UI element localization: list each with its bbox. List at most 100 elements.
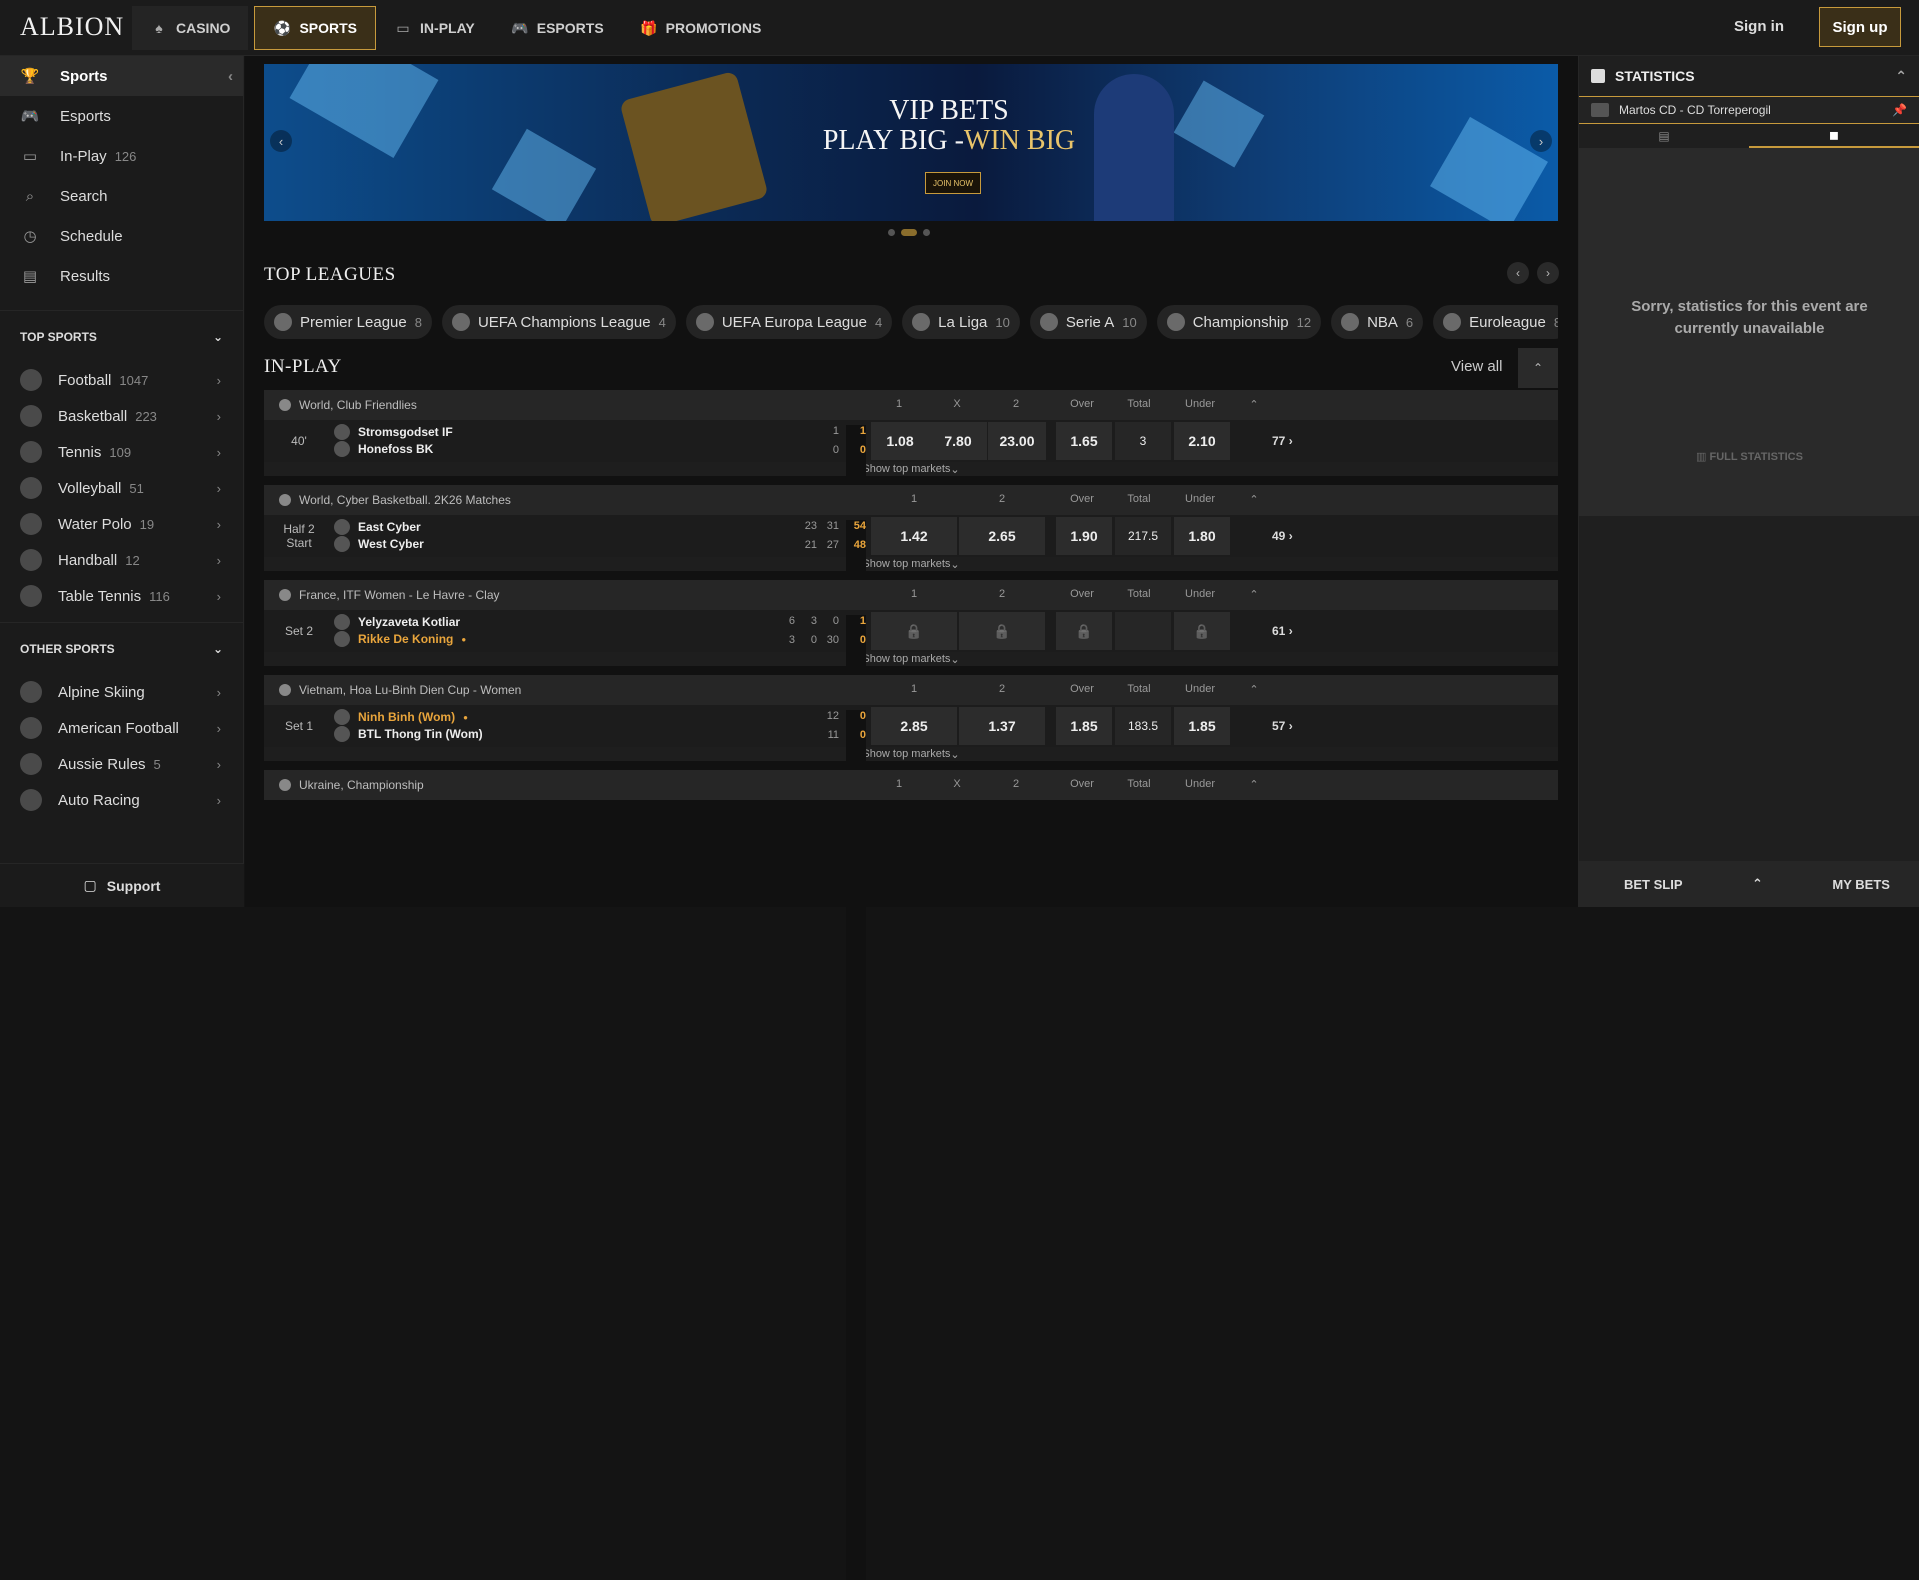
prev-arrow-icon[interactable]: ‹ <box>1507 262 1529 284</box>
nav-in-play[interactable]: ▭ IN-PLAY <box>376 6 493 50</box>
promo-banner[interactable]: VIP BETS PLAY BIG -WIN BIG JOIN NOW ‹ › <box>264 64 1558 221</box>
join-now-button[interactable]: JOIN NOW <box>925 172 981 194</box>
next-arrow-icon[interactable]: › <box>1537 262 1559 284</box>
league-chip[interactable]: La Liga 10 <box>902 305 1020 339</box>
odd-button[interactable]: 1.80 <box>1174 517 1230 555</box>
event-row[interactable]: Set 1 Ninh Binh (Wom) ● BTL Thong Tin (Wom)… <box>264 705 1558 1580</box>
sidebar-sport-handball[interactable]: Handball 12 › <box>0 542 243 578</box>
sidebar-sport-volleyball[interactable]: Volleyball 51 › <box>0 470 243 506</box>
odd-button[interactable]: 1.90 <box>1056 517 1112 555</box>
sidebar-item-in-play[interactable]: ▭ In-Play 126 <box>0 136 243 176</box>
chevron-up-icon[interactable]: ⌃ <box>1224 683 1284 696</box>
sidebar-item-results[interactable]: ▤ Results <box>0 256 243 296</box>
chevron-up-icon[interactable]: ⌃ <box>1224 493 1284 506</box>
event-row[interactable]: Set 2 Yelyzaveta Kotliar Rikke De Koning ● 6… <box>264 610 1558 1485</box>
more-markets[interactable]: 77 › <box>1272 434 1293 448</box>
banner-next-arrow[interactable]: › <box>1530 130 1552 152</box>
sidebar-sport-aussie-rules[interactable]: Aussie Rules 5 › <box>0 746 243 782</box>
sidebar-item-schedule[interactable]: ◷ Schedule <box>0 216 243 256</box>
chevron-up-icon[interactable]: ⌃ <box>1224 588 1284 601</box>
odd-button[interactable]: 7.80 <box>929 422 987 460</box>
show-top-markets[interactable]: Show top markets ⌄ <box>264 747 1558 761</box>
odd-button[interactable]: 1.42 <box>871 517 957 555</box>
event-league-header[interactable]: France, ITF Women - Le Havre - Clay 1 2 Ove… <box>264 580 1558 610</box>
event-row[interactable]: 40' Stromsgodset IF Honefoss BK 1 0 1 0 1.08 7.8… <box>264 420 1558 1295</box>
pin-icon[interactable]: 📌 <box>1892 103 1907 117</box>
sidebar-sport-basketball[interactable]: Basketball 223 › <box>0 398 243 434</box>
odd-button[interactable]: 2.10 <box>1174 422 1230 460</box>
away-team[interactable]: Rikke De Koning ● <box>334 631 466 647</box>
odd-button[interactable]: 1.85 <box>1056 707 1112 745</box>
more-markets[interactable]: 57 › <box>1272 719 1293 733</box>
odd-button[interactable]: 2.85 <box>871 707 957 745</box>
sidebar-sport-tennis[interactable]: Tennis 109 › <box>0 434 243 470</box>
banner-prev-arrow[interactable]: ‹ <box>270 130 292 152</box>
league-chip[interactable]: UEFA Europa League 4 <box>685 305 893 339</box>
league-chip[interactable]: Euroleague 8 <box>1433 305 1558 339</box>
collapse-sidebar-icon[interactable]: ‹ <box>228 68 233 85</box>
league-chip[interactable]: Serie A 10 <box>1029 305 1147 339</box>
banner-dot[interactable] <box>901 229 917 236</box>
away-team[interactable]: BTL Thong Tin (Wom) <box>334 726 483 742</box>
show-top-markets[interactable]: Show top markets ⌄ <box>264 557 1558 571</box>
home-team[interactable]: Stromsgodset IF <box>334 424 453 440</box>
collapse-button[interactable]: ⌃ <box>1518 348 1558 388</box>
sidebar-item-search[interactable]: ⌕ Search <box>0 176 243 216</box>
sidebar-item-esports[interactable]: 🎮 Esports <box>0 96 243 136</box>
event-row[interactable]: Half 2 Start East Cyber West Cyber 23 31 21 27 5… <box>264 515 1558 1390</box>
tab-scoreboard[interactable]: ▤ <box>1579 124 1749 148</box>
event-league-header[interactable]: World, Cyber Basketball. 2K26 Matches 1 2 O… <box>264 485 1558 515</box>
away-team[interactable]: West Cyber <box>334 536 424 552</box>
nav-casino[interactable]: ♠ CASINO <box>132 6 249 50</box>
chevron-up-icon[interactable]: ⌃ <box>1752 876 1763 892</box>
other-sports-header[interactable]: OTHER SPORTS ⌄ <box>0 622 243 674</box>
away-team[interactable]: Honefoss BK <box>334 441 433 457</box>
banner-dot[interactable] <box>923 229 930 236</box>
event-league-header[interactable]: Ukraine, Championship 1 X 2 Over Total Under ⌃ <box>264 770 1558 800</box>
match-selector[interactable]: Martos CD - CD Torreperogil 📌 <box>1579 96 1919 124</box>
logo[interactable]: ALBION <box>20 12 124 42</box>
show-top-markets[interactable]: Show top markets ⌄ <box>264 652 1558 666</box>
chevron-up-icon[interactable]: ⌃ <box>1224 778 1284 791</box>
sign-up-button[interactable]: Sign up <box>1819 7 1901 47</box>
support-button[interactable]: ▢ Support <box>0 863 244 907</box>
league-chip[interactable]: Premier League 8 <box>264 305 432 339</box>
home-team[interactable]: Ninh Binh (Wom) ● <box>334 709 468 725</box>
sidebar-sport-water-polo[interactable]: Water Polo 19 › <box>0 506 243 542</box>
banner-dot[interactable] <box>888 229 895 236</box>
tab-statistics[interactable]: ◼ <box>1749 124 1919 148</box>
home-team[interactable]: East Cyber <box>334 519 421 535</box>
sign-in-link[interactable]: Sign in <box>1734 18 1784 35</box>
statistics-header[interactable]: STATISTICS ⌃ <box>1579 56 1919 96</box>
league-chip[interactable]: UEFA Champions League 4 <box>441 305 676 339</box>
odd-button[interactable]: 23.00 <box>988 422 1046 460</box>
odd-button[interactable]: 1.37 <box>959 707 1045 745</box>
chevron-up-icon[interactable]: ⌃ <box>1224 398 1284 411</box>
top-sports-header[interactable]: TOP SPORTS ⌄ <box>0 310 243 362</box>
bet-slip-tab[interactable]: BET SLIP <box>1624 877 1683 892</box>
nav-promotions[interactable]: 🎁 PROMOTIONS <box>622 6 780 50</box>
nav-sports[interactable]: ⚽ SPORTS <box>254 6 377 50</box>
sidebar-item-sports[interactable]: 🏆 Sports ‹ <box>0 56 243 96</box>
sidebar-sport-american-football[interactable]: American Football › <box>0 710 243 746</box>
league-chip[interactable]: Championship 12 <box>1156 305 1322 339</box>
odd-button[interactable]: 1.65 <box>1056 422 1112 460</box>
home-team[interactable]: Yelyzaveta Kotliar <box>334 614 460 630</box>
sidebar-sport-table-tennis[interactable]: Table Tennis 116 › <box>0 578 243 614</box>
league-chip[interactable]: NBA 6 <box>1331 305 1424 339</box>
event-league-header[interactable]: Vietnam, Hoa Lu-Binh Dien Cup - Women 1 2 O… <box>264 675 1558 705</box>
sidebar-sport-alpine-skiing[interactable]: Alpine Skiing › <box>0 674 243 710</box>
odd-button[interactable]: 1.85 <box>1174 707 1230 745</box>
view-all-link[interactable]: View all <box>1451 358 1502 375</box>
full-statistics-link[interactable]: ▥ FULL STATISTICS <box>1579 450 1919 463</box>
event-league-header[interactable]: World, Club Friendlies 1 X 2 Over Total Under ⌃ <box>264 390 1558 420</box>
nav-esports[interactable]: 🎮 ESPORTS <box>493 6 622 50</box>
more-markets[interactable]: 49 › <box>1272 529 1293 543</box>
sidebar-sport-auto-racing[interactable]: Auto Racing › <box>0 782 243 818</box>
odd-button[interactable]: 2.65 <box>959 517 1045 555</box>
more-markets[interactable]: 61 › <box>1272 624 1293 638</box>
my-bets-tab[interactable]: MY BETS <box>1832 877 1890 892</box>
odd-button[interactable]: 1.08 <box>871 422 929 460</box>
sidebar-sport-football[interactable]: Football 1047 › <box>0 362 243 398</box>
show-top-markets[interactable]: Show top markets ⌄ <box>264 462 1558 476</box>
